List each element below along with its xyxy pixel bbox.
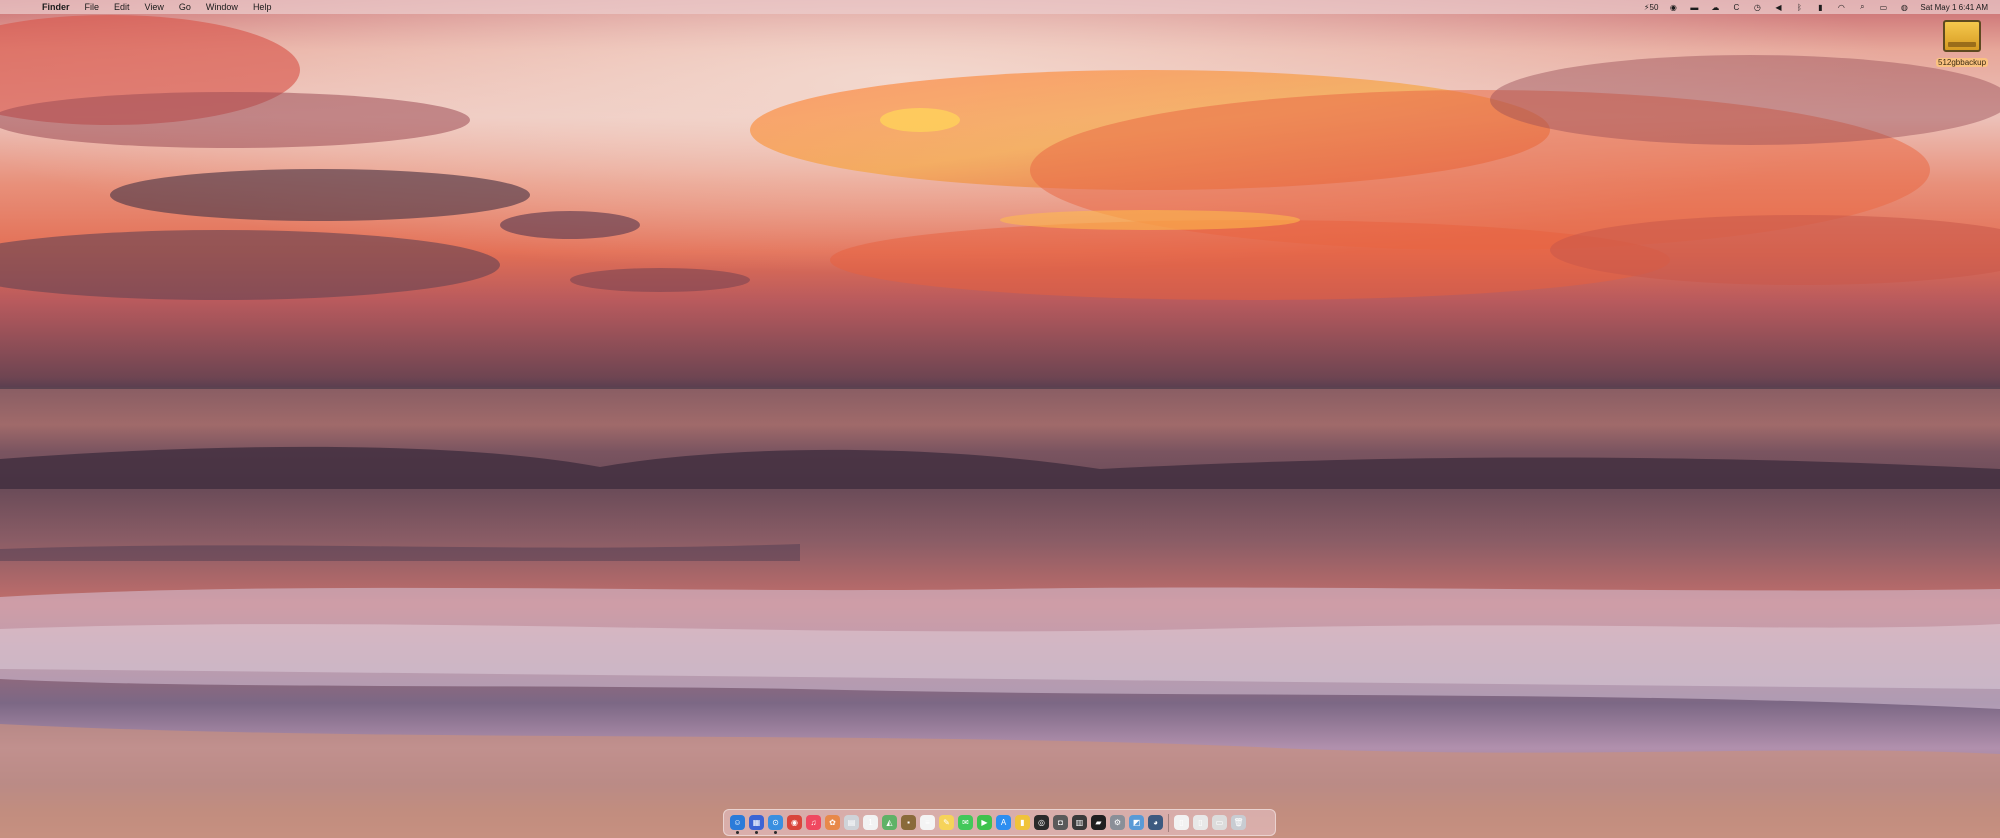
- dock-trash-icon[interactable]: 🗑: [1231, 815, 1246, 830]
- dock-app-store-icon[interactable]: A: [996, 815, 1011, 830]
- menu-clock[interactable]: Sat May 1 6:41 AM: [1920, 3, 1988, 12]
- menu-file[interactable]: File: [85, 2, 100, 12]
- cloud-icon[interactable]: ☁: [1709, 1, 1721, 13]
- drive-label: 512gbbackup: [1936, 58, 1989, 67]
- dock-terminal-icon[interactable]: ▰: [1091, 815, 1106, 830]
- dock-document-2-icon[interactable]: ▯: [1193, 815, 1208, 830]
- menu-edit[interactable]: Edit: [114, 2, 130, 12]
- running-indicator: [736, 831, 739, 834]
- menu-bar: Finder File Edit View Go Window Help ⚡ 50…: [0, 0, 2000, 14]
- wifi-icon[interactable]: ◠: [1835, 1, 1847, 13]
- dock-finder-icon[interactable]: ☺: [730, 815, 745, 834]
- dock-system-preferences-icon[interactable]: ⚙: [1110, 815, 1125, 830]
- search-icon[interactable]: ⌕: [1856, 1, 1868, 13]
- menu-view[interactable]: View: [145, 2, 164, 12]
- dock-calculator-icon[interactable]: ▥: [1072, 815, 1087, 830]
- dock-separator: [1168, 813, 1169, 832]
- battery-icon[interactable]: ▮: [1814, 1, 1826, 13]
- desktop: Finder File Edit View Go Window Help ⚡ 50…: [0, 0, 2000, 838]
- menu-app-finder[interactable]: Finder: [42, 2, 70, 12]
- dock-safari-icon[interactable]: ⊙: [768, 815, 783, 834]
- control-center-icon[interactable]: ▭: [1877, 1, 1889, 13]
- dock-document-3-icon[interactable]: ▭: [1212, 815, 1227, 830]
- dock-quicktime-icon[interactable]: ◕: [1148, 815, 1163, 830]
- c-icon[interactable]: C: [1730, 1, 1742, 13]
- dock-preview-icon[interactable]: ◩: [1129, 815, 1144, 830]
- running-indicator: [755, 831, 758, 834]
- dock-screenshot-icon[interactable]: ◘: [1053, 815, 1068, 830]
- dock-facetime-icon[interactable]: ▶: [977, 815, 992, 830]
- battery-charge: 50: [1649, 2, 1659, 12]
- dock-launchpad-icon[interactable]: ▦: [749, 815, 764, 834]
- running-indicator: [774, 831, 777, 834]
- dock-activity-monitor-icon[interactable]: ◎: [1034, 815, 1049, 830]
- menu-window[interactable]: Window: [206, 2, 238, 12]
- bluetooth-icon[interactable]: ᛒ: [1793, 1, 1805, 13]
- dock: ☺ ▦ ⊙ ◉ ♫ ✿ ▤ 1 ◭ ▪ ≡ ✎ ✉ ▶ A ▮ ◎ ◘ ▥ ▰ ⚙ ◩ ◕ ▯ ▯ ▭ 🗑: [723, 809, 1276, 836]
- bolt-icon[interactable]: ⚡ 50: [1644, 1, 1659, 13]
- dock-document-1-icon[interactable]: ▯: [1174, 815, 1189, 830]
- wallpaper-sea: [0, 389, 2000, 838]
- dock-widgets-icon[interactable]: ▤: [844, 815, 859, 830]
- dock-notes-brown-icon[interactable]: ▪: [901, 815, 916, 830]
- dock-chrome-icon[interactable]: ◉: [787, 815, 802, 830]
- volume-icon[interactable]: ◀: [1772, 1, 1784, 13]
- dock-calendar-icon[interactable]: 1: [863, 815, 878, 830]
- dock-maps-icon[interactable]: ◭: [882, 815, 897, 830]
- dock-photos-icon[interactable]: ✿: [825, 815, 840, 830]
- time-machine-icon[interactable]: ◷: [1751, 1, 1763, 13]
- dock-notes-yellow-icon[interactable]: ▮: [1015, 815, 1030, 830]
- screen-icon[interactable]: ▬: [1688, 1, 1700, 13]
- siri-icon[interactable]: ◍: [1898, 1, 1910, 13]
- wallpaper-sky: [0, 0, 2000, 390]
- menu-help[interactable]: Help: [253, 2, 272, 12]
- dock-notes-icon[interactable]: ✎: [939, 815, 954, 830]
- desktop-drive-512gbbackup[interactable]: 512gbbackup: [1936, 20, 1989, 74]
- dock-messages-icon[interactable]: ✉: [958, 815, 973, 830]
- record-icon[interactable]: ◉: [1667, 1, 1679, 13]
- dock-music-icon[interactable]: ♫: [806, 815, 821, 830]
- external-drive-icon: [1943, 20, 1981, 52]
- menu-go[interactable]: Go: [179, 2, 191, 12]
- dock-reminders-icon[interactable]: ≡: [920, 815, 935, 830]
